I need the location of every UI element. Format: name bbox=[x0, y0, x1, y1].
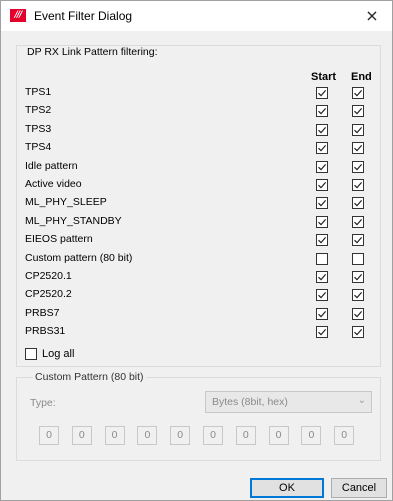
end-checkbox[interactable] bbox=[352, 179, 364, 191]
byte-input[interactable]: 0 bbox=[71, 426, 92, 445]
end-checkbox[interactable] bbox=[352, 307, 364, 320]
end-checkbox[interactable] bbox=[352, 123, 364, 136]
end-checkbox[interactable] bbox=[352, 289, 364, 302]
pattern-label: Custom pattern (80 bit) bbox=[25, 251, 133, 264]
start-checkbox[interactable] bbox=[316, 87, 328, 99]
pattern-label: PRBS7 bbox=[25, 306, 60, 319]
pattern-row: TPS4 bbox=[25, 140, 375, 156]
byte-input[interactable]: 0 bbox=[104, 426, 125, 445]
start-checkbox[interactable] bbox=[316, 105, 328, 118]
end-checkbox[interactable] bbox=[352, 234, 364, 247]
log-all-label: Log all bbox=[42, 348, 75, 360]
pattern-row: TPS2 bbox=[25, 103, 375, 119]
pattern-row: ML_PHY_SLEEP bbox=[25, 195, 375, 211]
pattern-label: CP2520.1 bbox=[25, 270, 72, 282]
byte-input[interactable]: 0 bbox=[268, 426, 289, 445]
pattern-label: Idle pattern bbox=[25, 159, 78, 172]
start-checkbox[interactable] bbox=[316, 160, 328, 173]
end-checkbox[interactable] bbox=[352, 215, 364, 228]
end-checkbox[interactable] bbox=[352, 252, 364, 265]
pattern-row: ML_PHY_STANDBY bbox=[25, 214, 375, 230]
start-checkbox[interactable] bbox=[316, 234, 328, 247]
pattern-label: TPS3 bbox=[25, 122, 52, 135]
cancel-button[interactable]: Cancel bbox=[331, 478, 387, 498]
app-logo-icon: /// bbox=[10, 9, 26, 22]
pattern-label: TPS1 bbox=[25, 86, 52, 98]
pattern-row: PRBS7 bbox=[25, 306, 375, 322]
start-checkbox[interactable] bbox=[316, 326, 328, 339]
pattern-label: PRBS31 bbox=[25, 325, 66, 338]
pattern-label: EIEOS pattern bbox=[25, 233, 93, 246]
type-label: Type: bbox=[30, 397, 56, 409]
pattern-row: EIEOS pattern bbox=[25, 232, 375, 248]
log-all-checkbox[interactable] bbox=[25, 348, 37, 360]
title-bar: /// Event Filter Dialog × bbox=[1, 1, 392, 31]
custom-pattern-group bbox=[16, 377, 381, 461]
pattern-label: TPS2 bbox=[25, 104, 52, 117]
start-checkbox[interactable] bbox=[316, 197, 328, 210]
byte-input[interactable]: 0 bbox=[39, 426, 59, 445]
byte-input[interactable]: 0 bbox=[203, 426, 223, 445]
column-header-start: Start bbox=[311, 71, 337, 83]
start-checkbox[interactable] bbox=[316, 307, 328, 320]
start-checkbox[interactable] bbox=[316, 179, 328, 191]
start-checkbox[interactable] bbox=[316, 123, 328, 136]
pattern-label: CP2520.2 bbox=[25, 288, 72, 301]
end-checkbox[interactable] bbox=[352, 271, 364, 283]
start-checkbox[interactable] bbox=[316, 252, 328, 265]
end-checkbox[interactable] bbox=[352, 87, 364, 99]
ok-button[interactable]: OK bbox=[250, 478, 324, 498]
pattern-row: PRBS31 bbox=[25, 324, 375, 340]
pattern-row: Active video bbox=[25, 177, 375, 193]
type-select[interactable]: Bytes (8bit, hex) ⌄ bbox=[205, 391, 372, 413]
custom-pattern-group-title: Custom Pattern (80 bit) bbox=[33, 371, 146, 383]
pattern-label: TPS4 bbox=[25, 141, 52, 154]
pattern-row: Idle pattern bbox=[25, 159, 375, 175]
start-checkbox[interactable] bbox=[316, 142, 328, 155]
custom-pattern-bytes: 0000000000 bbox=[39, 426, 369, 446]
pattern-row: TPS1 bbox=[25, 85, 375, 101]
pattern-label: ML_PHY_SLEEP bbox=[25, 196, 107, 209]
end-checkbox[interactable] bbox=[352, 142, 364, 155]
pattern-label: ML_PHY_STANDBY bbox=[25, 214, 122, 227]
chevron-down-icon: ⌄ bbox=[357, 395, 366, 406]
pattern-label: Active video bbox=[25, 178, 82, 190]
end-checkbox[interactable] bbox=[352, 197, 364, 210]
end-checkbox[interactable] bbox=[352, 160, 364, 173]
byte-input[interactable]: 0 bbox=[334, 426, 355, 445]
pattern-row: TPS3 bbox=[25, 122, 375, 138]
close-button[interactable]: × bbox=[352, 1, 392, 31]
window-title: Event Filter Dialog bbox=[34, 9, 133, 23]
byte-input[interactable]: 0 bbox=[301, 426, 322, 445]
link-pattern-group-title: DP RX Link Pattern filtering: bbox=[25, 46, 160, 58]
pattern-row: CP2520.2 bbox=[25, 287, 375, 303]
event-filter-dialog: /// Event Filter Dialog × DP RX Link Pat… bbox=[0, 0, 393, 501]
end-checkbox[interactable] bbox=[352, 105, 364, 118]
byte-input[interactable]: 0 bbox=[235, 426, 256, 445]
end-checkbox[interactable] bbox=[352, 326, 364, 339]
pattern-row: Custom pattern (80 bit) bbox=[25, 251, 375, 267]
start-checkbox[interactable] bbox=[316, 289, 328, 302]
column-header-end: End bbox=[351, 71, 372, 83]
start-checkbox[interactable] bbox=[316, 215, 328, 228]
pattern-row: CP2520.1 bbox=[25, 269, 375, 285]
byte-input[interactable]: 0 bbox=[137, 426, 158, 445]
type-select-value: Bytes (8bit, hex) bbox=[212, 396, 288, 408]
byte-input[interactable]: 0 bbox=[170, 426, 191, 445]
start-checkbox[interactable] bbox=[316, 271, 328, 283]
